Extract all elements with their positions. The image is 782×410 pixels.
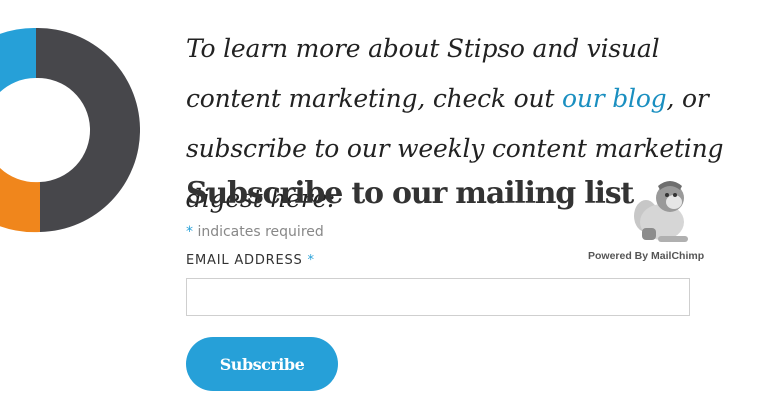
required-note-text: indicates required — [193, 224, 324, 240]
mailchimp-monkey-icon — [634, 181, 688, 242]
subscribe-button[interactable]: Subscribe — [186, 337, 338, 391]
mailchimp-badge-text: Powered By MailChimp — [588, 250, 705, 262]
email-field[interactable] — [186, 278, 690, 316]
required-note: * indicates required — [186, 224, 324, 240]
donut-chart-graphic — [0, 27, 140, 233]
form-heading: Subscribe to our mailing list — [186, 176, 634, 211]
email-required-asterisk: * — [307, 253, 315, 268]
donut-segment-dark — [36, 27, 140, 232]
email-label-text: EMAIL ADDRESS — [186, 253, 303, 268]
blog-link[interactable]: our blog — [562, 84, 667, 113]
donut-segment-orange — [0, 167, 40, 233]
donut-segment-blue — [0, 27, 36, 93]
required-asterisk: * — [186, 224, 193, 240]
email-label: EMAIL ADDRESS * — [186, 253, 315, 268]
mailchimp-badge[interactable]: Powered By MailChimp — [586, 176, 708, 266]
